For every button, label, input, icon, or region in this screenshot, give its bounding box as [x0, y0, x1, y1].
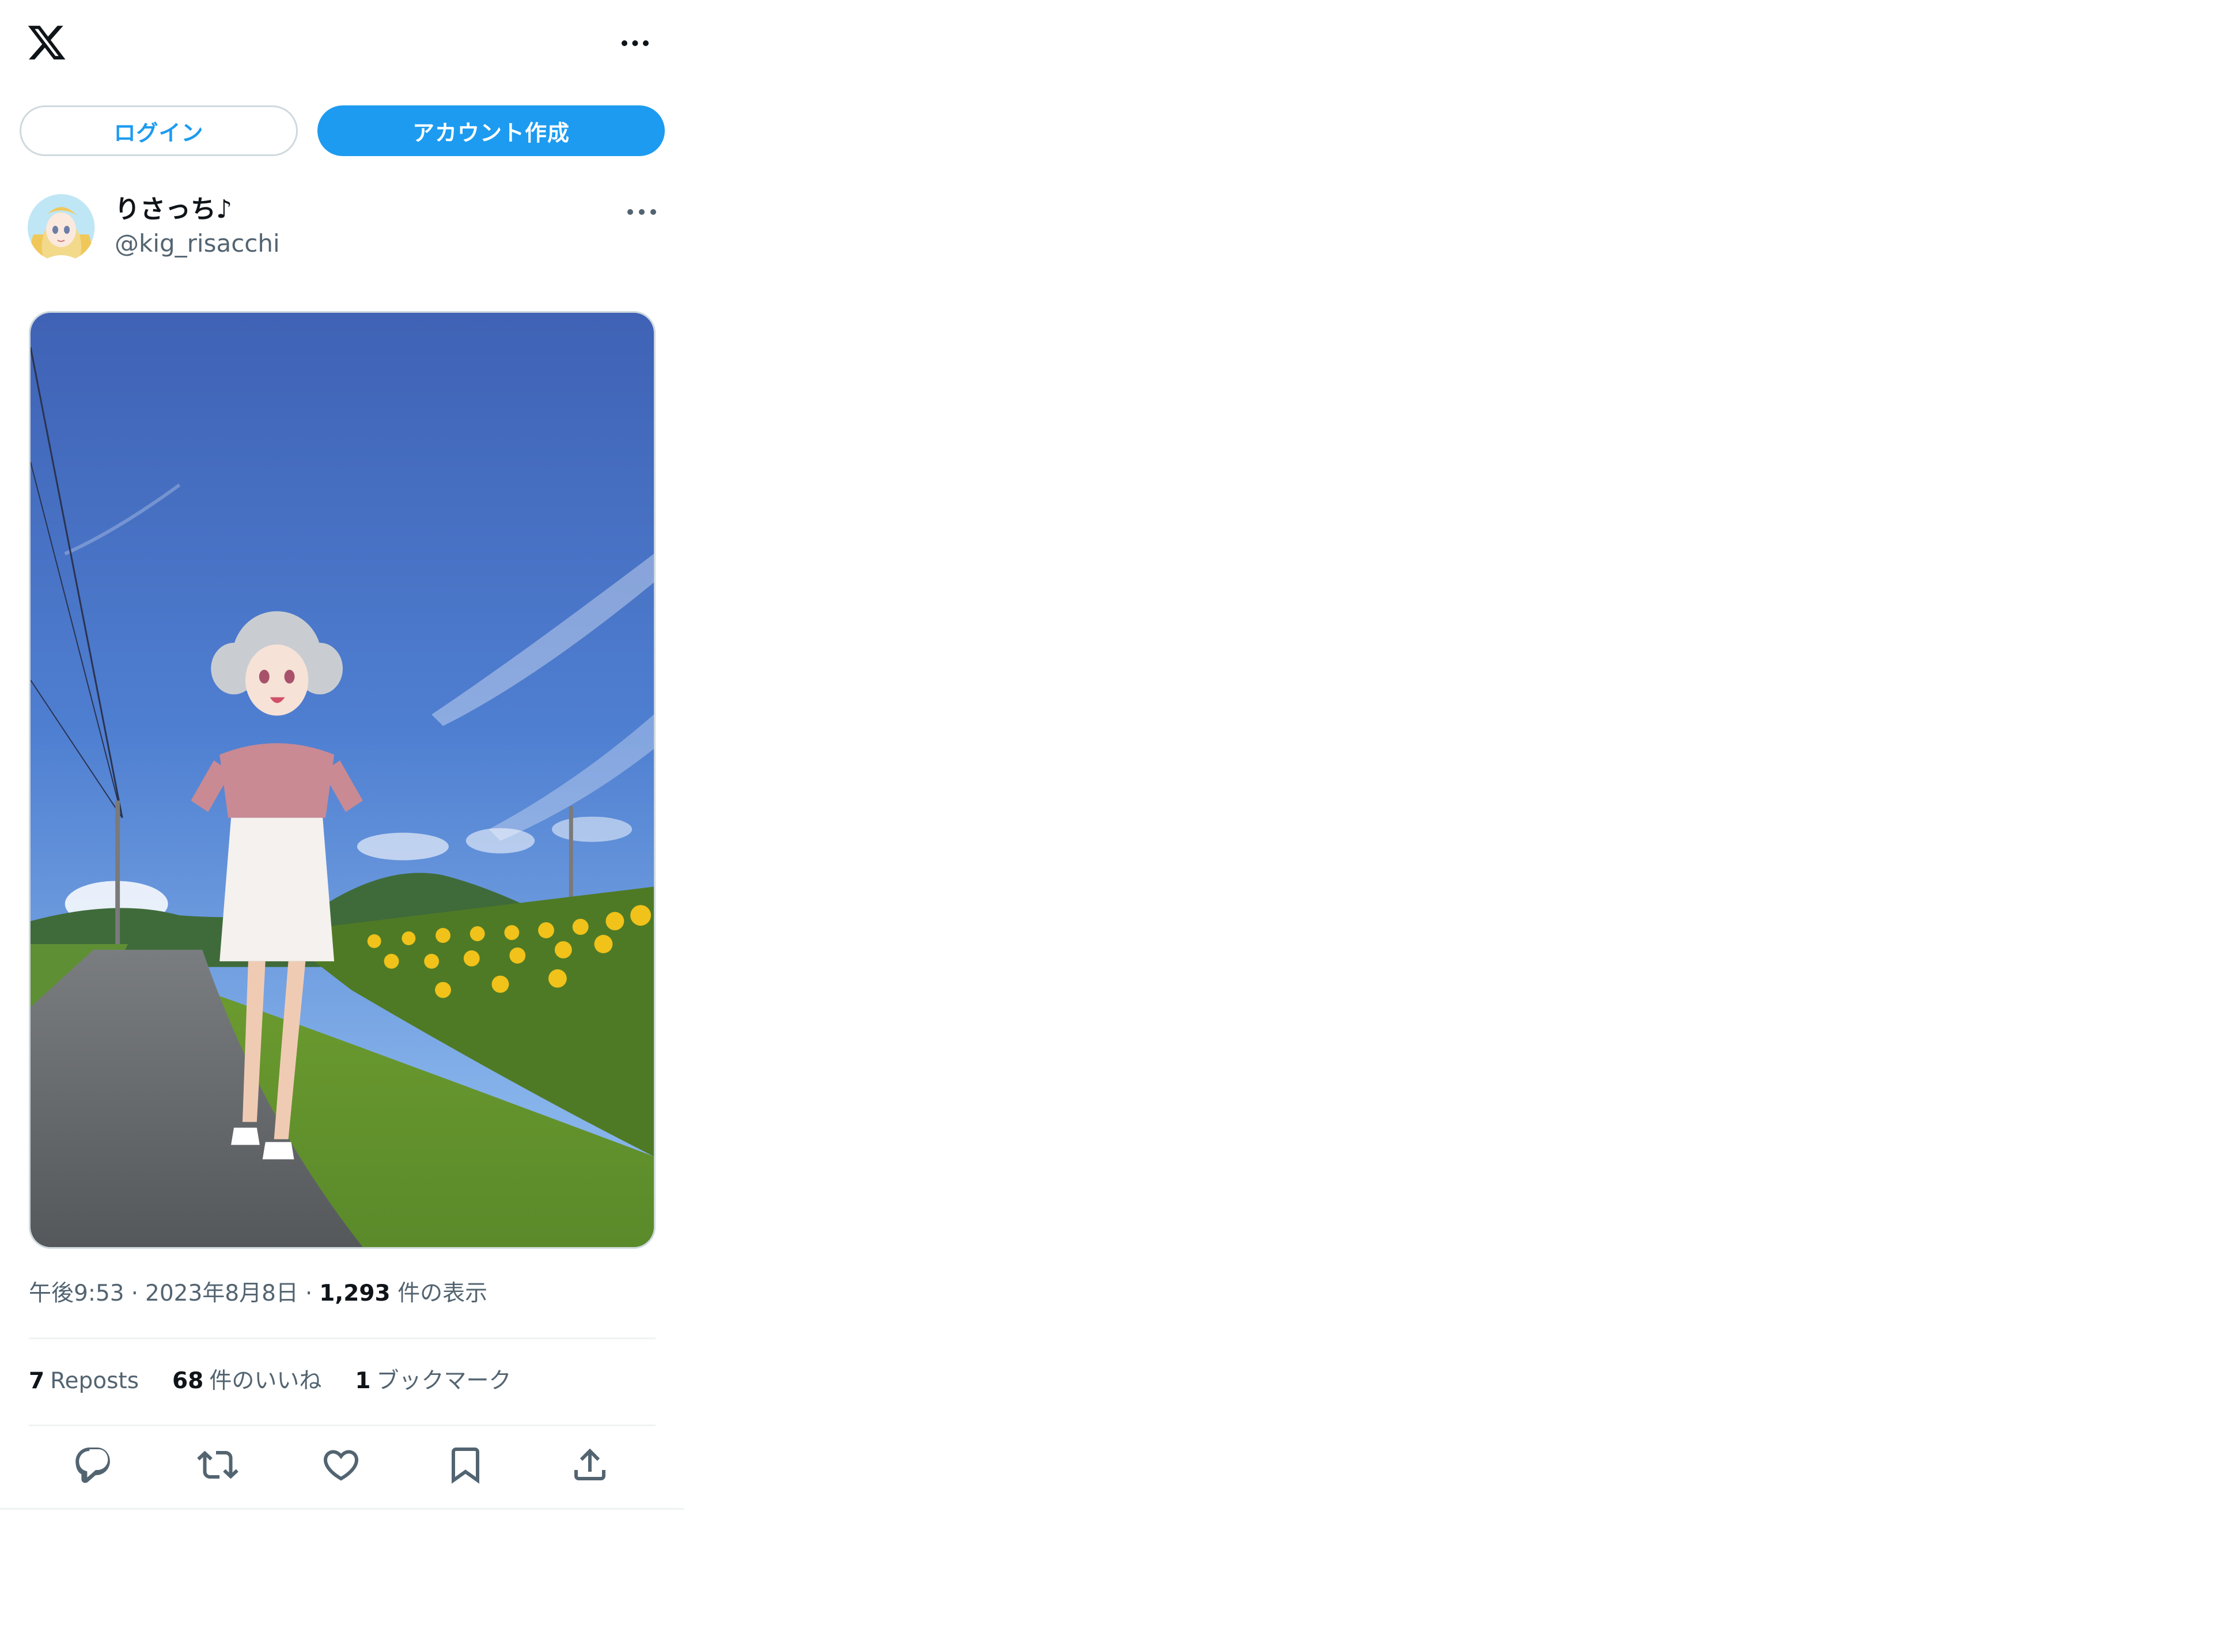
meta-separator: · — [131, 1280, 138, 1306]
post-stats: 7 Reposts 68 件のいいね 1 ブックマーク — [29, 1364, 544, 1399]
avatar[interactable] — [28, 194, 95, 262]
author-display-name[interactable]: りさっち♪ — [115, 192, 232, 227]
bookmarks-count: 1 — [355, 1368, 371, 1394]
repost-icon[interactable] — [197, 1444, 238, 1486]
post-time[interactable]: 午後9:53 — [29, 1280, 124, 1306]
views-label: 件の表示 — [397, 1280, 488, 1306]
more-horizontal-icon[interactable] — [614, 32, 657, 55]
reply-icon[interactable] — [73, 1444, 114, 1486]
post-date[interactable]: 2023年8月8日 — [145, 1280, 298, 1306]
author-handle[interactable]: @kig_risacchi — [115, 227, 280, 260]
reposts-label: Reposts — [50, 1368, 139, 1394]
post-photo[interactable] — [29, 311, 656, 1249]
bookmark-icon[interactable] — [445, 1444, 486, 1486]
login-button[interactable]: ログイン — [20, 105, 298, 156]
post-page: ログイン アカウント作成 りさっち♪ @kig_risacchi 午後9:53 … — [0, 0, 684, 1510]
top-bar — [0, 0, 684, 86]
likes-label: 件のいいね — [209, 1368, 322, 1394]
reposts-count: 7 — [29, 1368, 45, 1394]
views-count: 1,293 — [319, 1280, 391, 1306]
like-icon[interactable] — [320, 1444, 362, 1486]
divider — [29, 1424, 656, 1426]
likes-count: 68 — [172, 1368, 204, 1394]
meta-separator: · — [305, 1280, 313, 1306]
x-logo-icon[interactable] — [26, 22, 67, 63]
post-more-icon[interactable] — [619, 202, 665, 222]
reposts-stat[interactable]: 7 Reposts — [29, 1364, 139, 1399]
post-meta: 午後9:53 · 2023年8月8日 · 1,293 件の表示 — [29, 1276, 487, 1311]
divider — [29, 1337, 656, 1339]
likes-stat[interactable]: 68 件のいいね — [172, 1364, 321, 1399]
share-icon[interactable] — [569, 1444, 611, 1486]
bookmarks-stat[interactable]: 1 ブックマーク — [355, 1364, 511, 1399]
bookmarks-label: ブックマーク — [376, 1368, 512, 1394]
create-account-button[interactable]: アカウント作成 — [317, 105, 665, 156]
